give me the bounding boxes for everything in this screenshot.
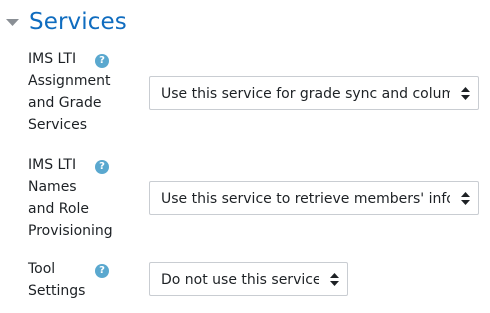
tool-settings-service-select[interactable]: Do not use this service <box>149 262 348 296</box>
label-line: IMS LTI <box>28 157 77 173</box>
services-section-toggle[interactable]: Services <box>5 6 127 38</box>
select-value: Do not use this service <box>161 272 319 288</box>
section-title: Services <box>29 9 127 35</box>
label-line: Services <box>28 117 88 133</box>
setting-label-ags: IMS LTI Assignment and Grade Services <box>28 48 140 136</box>
sort-arrows-icon <box>461 87 470 100</box>
select-value: Use this service for grade sync and colu… <box>161 86 450 102</box>
setting-row-tool-settings: Tool Settings ? Do not use this service <box>0 258 490 308</box>
ags-service-select[interactable]: Use this service for grade sync and colu… <box>149 76 479 110</box>
label-line: Names <box>28 179 77 195</box>
select-value: Use this service to retrieve members' in… <box>161 191 450 207</box>
label-line: Provisioning <box>28 223 113 239</box>
setting-label-nrps: IMS LTI Names and Role Provisioning <box>28 154 140 242</box>
setting-label-tool-settings: Tool Settings <box>28 258 140 302</box>
nrps-service-select[interactable]: Use this service to retrieve members' in… <box>149 181 479 215</box>
question-circle-icon[interactable]: ? <box>95 160 109 174</box>
label-line: IMS LTI <box>28 51 77 67</box>
question-circle-icon[interactable]: ? <box>95 54 109 68</box>
question-circle-icon[interactable]: ? <box>95 264 109 278</box>
label-line: Tool <box>28 261 56 277</box>
setting-row-nrps: IMS LTI Names and Role Provisioning ? Us… <box>0 154 490 244</box>
label-line: Settings <box>28 283 86 299</box>
label-line: Assignment <box>28 73 111 89</box>
sort-arrows-icon <box>461 192 470 205</box>
caret-down-icon <box>6 19 19 26</box>
lti-services-page: Services IMS LTI Assignment and Grade Se… <box>0 0 490 313</box>
sort-arrows-icon <box>330 273 339 286</box>
label-line: and Role <box>28 201 89 217</box>
setting-row-ags: IMS LTI Assignment and Grade Services ? … <box>0 48 490 138</box>
label-line: and Grade <box>28 95 102 111</box>
